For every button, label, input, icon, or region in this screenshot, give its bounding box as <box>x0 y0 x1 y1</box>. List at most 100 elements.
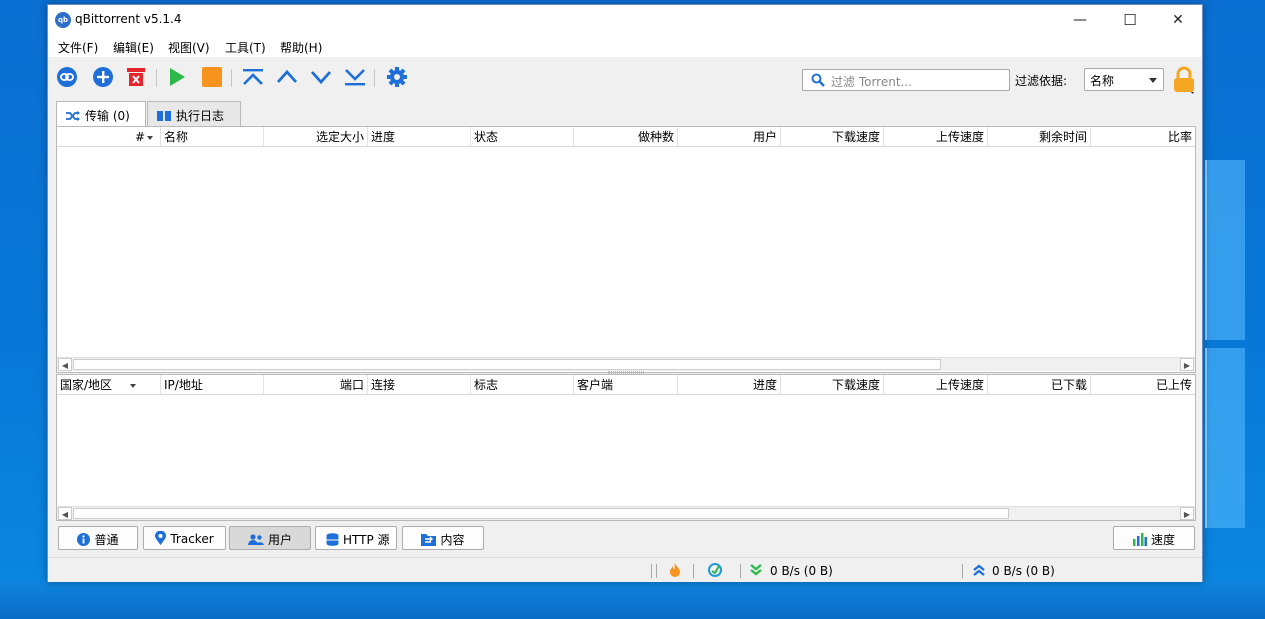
scroll-left-icon[interactable]: ◀ <box>58 358 72 371</box>
status-separator <box>693 564 694 578</box>
column-header-eta[interactable]: 剩余时间 <box>988 127 1091 146</box>
chevron-down-icon <box>1149 78 1157 83</box>
desktop-windows-logo <box>1205 160 1265 530</box>
column-header-upload-speed[interactable]: 上传速度 <box>884 127 988 146</box>
column-header-port[interactable]: 端口 <box>264 375 368 394</box>
tab-content[interactable]: 内容 <box>402 526 484 550</box>
column-header-download-speed[interactable]: 下载速度 <box>781 127 884 146</box>
column-header-peers[interactable]: 用户 <box>678 127 781 146</box>
menu-help[interactable]: 帮助(H) <box>280 39 322 56</box>
status-separator <box>656 564 657 578</box>
menu-file[interactable]: 文件(F) <box>58 39 98 56</box>
add-link-icon[interactable] <box>56 66 78 88</box>
add-torrent-icon[interactable] <box>92 66 114 88</box>
menu-tools[interactable]: 工具(T) <box>225 39 266 56</box>
menu-bar: 文件(F) 编辑(E) 视图(V) 工具(T) 帮助(H) <box>48 35 1202 57</box>
options-icon[interactable] <box>386 66 408 88</box>
location-pin-icon <box>155 531 167 545</box>
minimize-button[interactable]: — <box>1057 5 1103 35</box>
column-header-status[interactable]: 状态 <box>471 127 574 146</box>
dht-flame-icon[interactable] <box>668 563 682 577</box>
tab-general-label: 普通 <box>94 533 119 547</box>
decrease-priority-icon[interactable] <box>310 66 332 88</box>
transfer-list[interactable]: # 名称 选定大小 进度 状态 做种数 用户 下载速度 上传速度 剩余时间 比率… <box>56 126 1196 373</box>
column-header-peer-progress[interactable]: 进度 <box>678 375 781 394</box>
column-header-selected-size[interactable]: 选定大小 <box>264 127 368 146</box>
peer-list-header: 国家/地区 IP/地址 端口 连接 标志 客户端 进度 下载速度 上传速度 已下… <box>57 375 1195 395</box>
close-button[interactable]: ✕ <box>1155 5 1201 35</box>
tab-execution-log[interactable]: 执行日志 <box>147 101 241 127</box>
folder-icon <box>421 534 437 546</box>
column-header-name[interactable]: 名称 <box>161 127 264 146</box>
tab-tracker[interactable]: Tracker <box>143 526 226 550</box>
scrollbar-thumb[interactable] <box>73 359 941 370</box>
column-header-peer-upload-speed[interactable]: 上传速度 <box>884 375 988 394</box>
qbittorrent-app-icon: qb <box>55 12 71 28</box>
tab-peers-label: 用户 <box>267 533 292 547</box>
maximize-button[interactable]: ☐ <box>1107 5 1153 35</box>
tab-content-label: 内容 <box>440 533 465 547</box>
column-header-progress[interactable]: 进度 <box>368 127 471 146</box>
search-input[interactable]: 过滤 Torrent... <box>802 69 1010 91</box>
toolbar-separator <box>374 69 375 87</box>
menu-view[interactable]: 视图(V) <box>168 39 210 56</box>
tab-transfers[interactable]: 传输 (0) <box>56 101 146 128</box>
increase-priority-icon[interactable] <box>276 66 298 88</box>
status-bar: 0 B/s (0 B) 0 B/s (0 B) <box>48 557 1202 582</box>
toolbar: 过滤 Torrent... 过滤依据: 名称 <box>48 58 1202 96</box>
upload-speed-icon[interactable] <box>972 563 986 577</box>
scroll-right-icon[interactable]: ▶ <box>1180 358 1194 371</box>
column-header-downloaded[interactable]: 已下载 <box>988 375 1091 394</box>
column-header-seeds[interactable]: 做种数 <box>574 127 678 146</box>
window-title: qBittorrent v5.1.4 <box>75 12 182 26</box>
tab-tracker-label: Tracker <box>170 532 214 546</box>
remove-icon[interactable] <box>125 66 147 88</box>
transfer-list-scrollbar[interactable]: ◀ ▶ <box>57 357 1195 371</box>
column-header-number-label: # <box>134 130 145 144</box>
pause-icon[interactable] <box>201 66 223 88</box>
database-icon <box>326 533 339 546</box>
tab-peers[interactable]: 用户 <box>229 526 311 550</box>
bottom-priority-icon[interactable] <box>344 66 366 88</box>
desktop-background-band <box>0 580 1265 619</box>
toolbar-separator <box>156 69 157 87</box>
column-header-country[interactable]: 国家/地区 <box>57 375 161 394</box>
column-header-peer-download-speed[interactable]: 下载速度 <box>781 375 884 394</box>
title-bar[interactable]: qb qBittorrent v5.1.4 — ☐ ✕ <box>48 5 1202 35</box>
filter-label: 过滤依据: <box>1015 74 1068 88</box>
upload-speed-text: 0 B/s (0 B) <box>992 564 1055 578</box>
speed-button[interactable]: 速度 <box>1113 526 1195 550</box>
connection-status-icon[interactable] <box>708 563 722 577</box>
scroll-right-icon[interactable]: ▶ <box>1180 507 1194 520</box>
column-header-connection[interactable]: 连接 <box>368 375 471 394</box>
column-header-number[interactable]: # <box>57 127 161 146</box>
menu-edit[interactable]: 编辑(E) <box>113 39 154 56</box>
status-separator <box>651 564 652 578</box>
peer-list[interactable]: 国家/地区 IP/地址 端口 连接 标志 客户端 进度 下载速度 上传速度 已下… <box>56 374 1196 521</box>
tab-transfers-label: 传输 (0) <box>85 109 130 123</box>
scroll-left-icon[interactable]: ◀ <box>58 507 72 520</box>
users-icon <box>247 534 264 545</box>
tab-http-sources[interactable]: HTTP 源 <box>315 526 397 550</box>
column-header-flags[interactable]: 标志 <box>471 375 574 394</box>
book-icon <box>157 111 171 121</box>
column-header-country-label: 国家/地区 <box>60 378 113 392</box>
resume-icon[interactable] <box>166 66 188 88</box>
download-speed-icon[interactable] <box>749 563 763 577</box>
app-window: qb qBittorrent v5.1.4 — ☐ ✕ 文件(F) 编辑(E) … <box>47 4 1203 582</box>
peer-list-scrollbar[interactable]: ◀ ▶ <box>57 506 1195 520</box>
filter-select[interactable]: 名称 <box>1084 68 1164 91</box>
info-icon <box>77 533 91 546</box>
tab-general[interactable]: 普通 <box>58 526 138 550</box>
sort-desc-icon <box>130 384 137 388</box>
column-header-ip[interactable]: IP/地址 <box>161 375 264 394</box>
column-header-ratio[interactable]: 比率 <box>1091 127 1195 146</box>
download-speed-text: 0 B/s (0 B) <box>770 564 833 578</box>
column-header-uploaded[interactable]: 已上传 <box>1091 375 1195 394</box>
column-header-client[interactable]: 客户端 <box>574 375 678 394</box>
lock-icon[interactable] <box>1172 66 1196 94</box>
bar-chart-icon <box>1132 533 1147 546</box>
top-priority-icon[interactable] <box>242 66 264 88</box>
scrollbar-thumb[interactable] <box>73 508 1009 519</box>
properties-tabs: 普通 Tracker 用户 HTTP 源 内容 速度 <box>48 523 1202 553</box>
